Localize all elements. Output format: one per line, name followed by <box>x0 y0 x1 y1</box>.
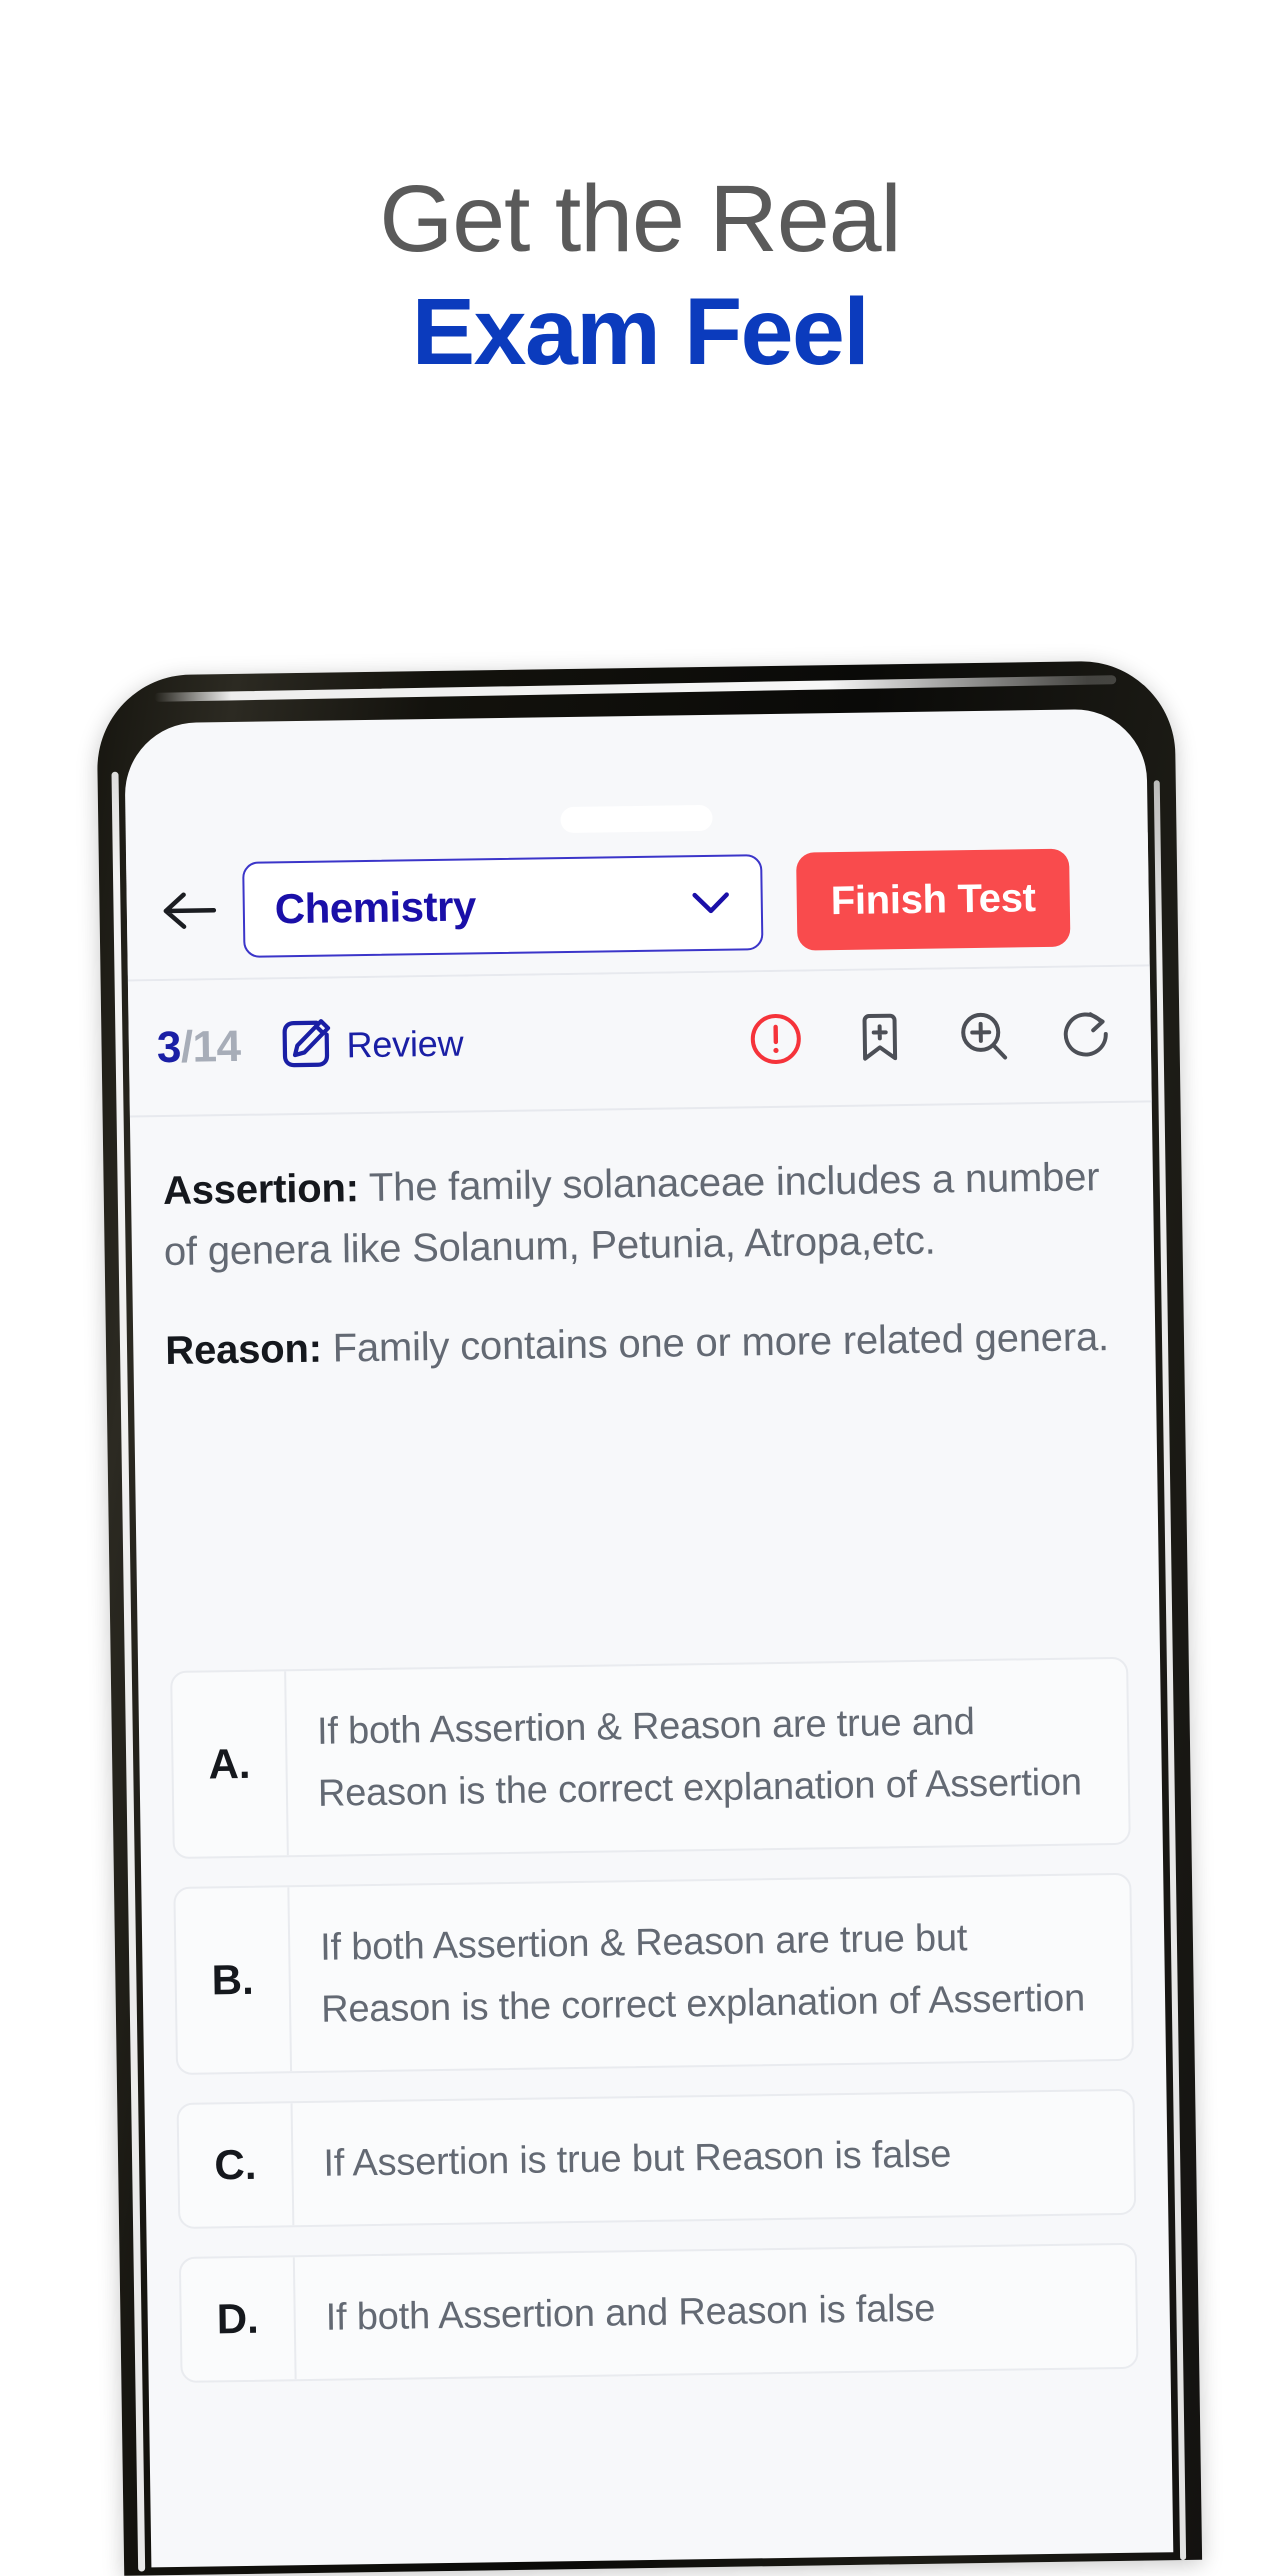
option-c[interactable]: C. If Assertion is true but Reason is fa… <box>176 2088 1137 2229</box>
phone-screen: Chemistry Finish Test 3/14 Review Assert… <box>124 708 1174 2568</box>
option-c-text: If Assertion is true but Reason is false <box>323 2133 952 2185</box>
arrow-left-icon <box>163 892 217 929</box>
reason-text: Family contains one or more related gene… <box>321 1315 1110 1371</box>
pencil-square-icon <box>276 1014 335 1078</box>
subject-select-value: Chemistry <box>274 882 477 933</box>
bezel-highlight-top <box>154 675 1117 702</box>
zoom-in-button[interactable] <box>954 1006 1013 1065</box>
report-alert-icon <box>750 1013 801 1064</box>
option-a[interactable]: A. If both Assertion & Reason are true a… <box>170 1656 1131 1859</box>
reset-redo-button[interactable] <box>1058 1005 1117 1064</box>
bookmark-add-icon <box>862 1013 898 1061</box>
assertion-paragraph: Assertion: The family solanaceae include… <box>163 1147 1123 1283</box>
answer-options: A. If both Assertion & Reason are true a… <box>138 1656 1171 2411</box>
option-d[interactable]: D. If both Assertion and Reason is false <box>178 2242 1139 2383</box>
notch-pill <box>560 804 713 834</box>
reason-paragraph: Reason: Family contains one or more rela… <box>165 1307 1124 1382</box>
app-header: Chemistry Finish Test <box>125 832 1150 976</box>
toolbar-icon-group <box>746 1005 1123 1069</box>
option-b[interactable]: B. If both Assertion & Reason are true b… <box>173 1872 1135 2075</box>
question-toolbar: 3/14 Review <box>127 966 1152 1116</box>
bookmark-add-button[interactable] <box>850 1008 909 1067</box>
headline-line-2: Exam Feel <box>411 279 870 385</box>
question-counter-current: 3 <box>156 1022 182 1073</box>
finish-test-button[interactable]: Finish Test <box>796 848 1071 951</box>
phone-mockup: Chemistry Finish Test 3/14 Review Assert… <box>96 660 1203 2576</box>
option-d-letter: D. <box>180 2257 297 2381</box>
back-button[interactable] <box>152 873 227 948</box>
assertion-label: Assertion: <box>162 1166 360 1214</box>
subject-select[interactable]: Chemistry <box>242 854 764 958</box>
option-d-text: If both Assertion and Reason is false <box>325 2287 936 2339</box>
headline-line-1: Get the Real <box>379 166 901 272</box>
zoom-in-icon <box>961 1012 1008 1060</box>
report-alert-button[interactable] <box>746 1010 805 1069</box>
question-counter-total: /14 <box>180 1021 241 1072</box>
option-b-text: If both Assertion & Reason are true but … <box>319 1917 1086 2031</box>
review-button-label: Review <box>346 1022 464 1066</box>
option-b-letter: B. <box>175 1887 293 2073</box>
review-button[interactable]: Review <box>276 1012 464 1078</box>
option-c-letter: C. <box>178 2103 295 2227</box>
reason-label: Reason: <box>165 1326 323 1374</box>
question-counter: 3/14 <box>157 1022 241 1073</box>
chevron-down-icon <box>690 883 731 924</box>
option-a-letter: A. <box>172 1671 289 1857</box>
option-a-text: If both Assertion & Reason are true and … <box>316 1701 1083 1815</box>
question-body: Assertion: The family solanaceae include… <box>130 1102 1156 1420</box>
reset-redo-icon <box>1063 1012 1108 1057</box>
page-headline: Get the Real Exam Feel <box>0 165 1280 391</box>
